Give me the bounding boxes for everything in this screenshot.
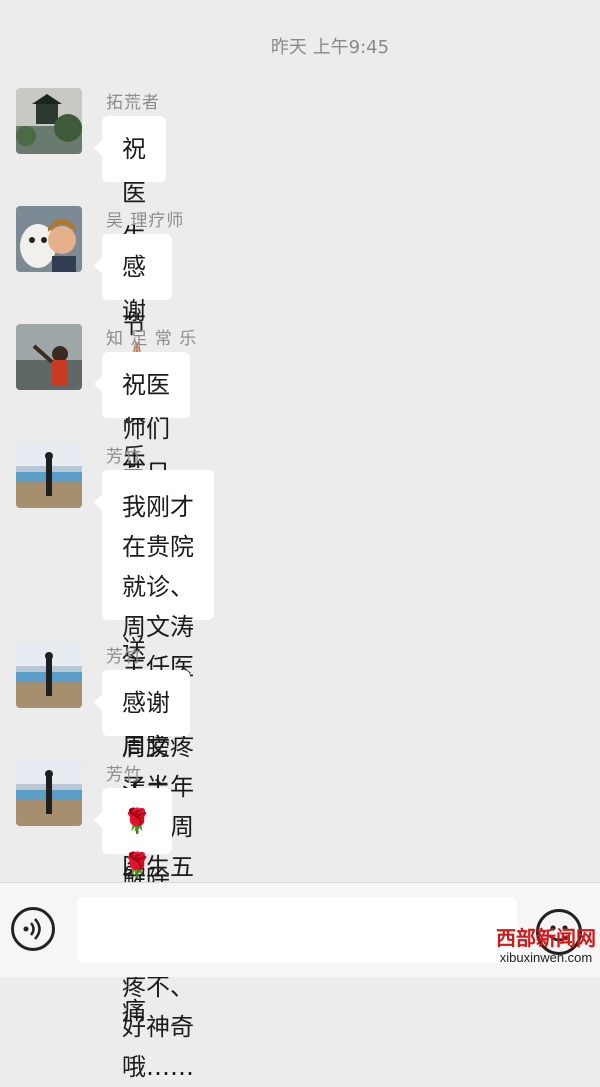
watermark-url: xibuxinwen.com <box>499 950 593 965</box>
sender-name: 知 足 常 乐 <box>106 329 198 349</box>
avatar[interactable] <box>16 206 82 272</box>
avatar[interactable] <box>16 642 82 708</box>
sender-name: 芳竹 <box>106 447 142 467</box>
sender-name: 芳竹 <box>106 765 142 785</box>
avatar[interactable] <box>16 442 82 508</box>
avatar[interactable] <box>16 760 82 826</box>
timestamp: 昨天 上午9:45 <box>270 37 390 58</box>
sender-name: 吴 理疗师 <box>106 211 185 231</box>
watermark: 西部新闻网 xibuxinwen.com <box>494 926 598 966</box>
sender-name: 芳竹 <box>106 647 142 667</box>
voice-icon[interactable] <box>11 907 55 951</box>
message-bubble[interactable]: 🌹🌹☕ <box>94 788 172 923</box>
message-bubble[interactable]: 感谢🙏🏼 <box>94 234 172 369</box>
sender-name: 拓荒者 <box>106 93 160 113</box>
watermark-logo-text: 西部新闻网 <box>496 926 596 950</box>
message-bubble[interactable]: 祝医师们节日快乐，祝福送上。 <box>94 352 190 707</box>
message-bubble[interactable]: 感谢周文涛主任、解除了我的病痛 <box>94 670 190 1025</box>
avatar[interactable] <box>16 88 82 154</box>
message-bubble[interactable]: 祝医生们节日快乐 <box>94 116 166 471</box>
avatar[interactable] <box>16 324 82 390</box>
message-input[interactable] <box>77 897 517 963</box>
message-bubble[interactable]: 我刚才在贵院就诊、周文涛主任医 治的，肩膀疼了半年了、周医生五 分钟就按的不疼不… <box>94 470 214 1081</box>
